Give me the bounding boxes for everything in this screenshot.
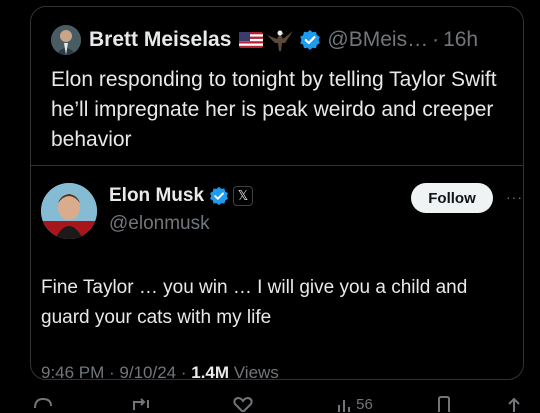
us-flag-icon	[239, 32, 264, 48]
tweet-time[interactable]: 16h	[443, 28, 478, 52]
like-button[interactable]	[232, 396, 254, 413]
quoted-tweet-text: Fine Taylor … you win … I will give you …	[41, 277, 468, 328]
outer-tweet-header: Brett Meiselas @BMeis… · 16h	[51, 25, 478, 55]
separator: ·	[432, 28, 440, 51]
repost-icon	[133, 398, 149, 410]
avatar[interactable]	[41, 183, 97, 239]
divider	[31, 165, 523, 166]
more-options-button[interactable]: ···	[506, 189, 523, 205]
quote-tweet-card[interactable]: Brett Meiselas @BMeis… · 16h Elon respon…	[30, 6, 524, 383]
outer-tweet-text: Elon responding to tonight by telling Ta…	[51, 68, 497, 151]
bookmark-icon	[438, 396, 450, 412]
author-handle[interactable]: @BMeis…	[327, 28, 428, 52]
likes-count: 56	[356, 396, 373, 413]
heart-icon	[233, 396, 253, 413]
bookmark-button[interactable]	[436, 396, 452, 413]
reply-icon	[34, 397, 52, 409]
repost-button[interactable]	[130, 396, 152, 413]
tweet-meta: 9:46 PM · 9/10/24 · 1.4M Views	[41, 363, 279, 383]
eagle-icon	[267, 30, 294, 51]
views-label: Views	[229, 363, 279, 382]
quoted-author-name[interactable]: Elon Musk	[109, 185, 204, 207]
quoted-author-handle[interactable]: @elonmusk	[109, 213, 210, 235]
author-name[interactable]: Brett Meiselas	[89, 28, 231, 52]
share-button[interactable]	[506, 396, 522, 413]
quoted-tweet-header: Elon Musk 𝕏 @elonmusk Follow ···	[41, 179, 522, 249]
share-icon	[508, 397, 520, 412]
chart-icon	[338, 400, 350, 412]
verified-icon	[300, 30, 321, 50]
follow-button[interactable]: Follow	[411, 183, 493, 213]
timestamp[interactable]: 9:46 PM · 9/10/24 ·	[41, 363, 191, 382]
action-bar: 56	[0, 394, 540, 413]
reply-button[interactable]	[32, 396, 54, 413]
avatar[interactable]	[51, 25, 81, 55]
verified-icon	[210, 186, 228, 206]
views-analytics-button[interactable]: 56	[336, 396, 373, 413]
quoted-name-row: Elon Musk 𝕏	[109, 185, 254, 207]
views-count: 1.4M	[191, 363, 230, 382]
x-affiliate-badge[interactable]: 𝕏	[233, 186, 254, 206]
